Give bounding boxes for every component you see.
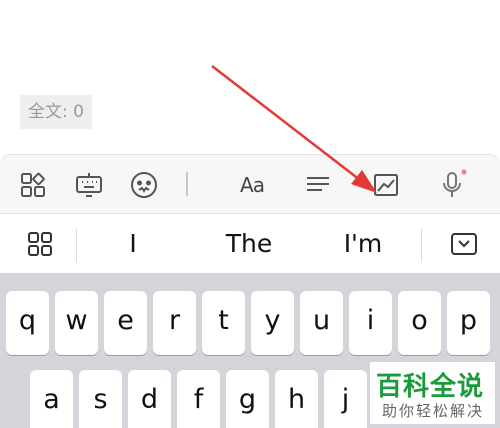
annotation-arrow <box>211 65 377 193</box>
